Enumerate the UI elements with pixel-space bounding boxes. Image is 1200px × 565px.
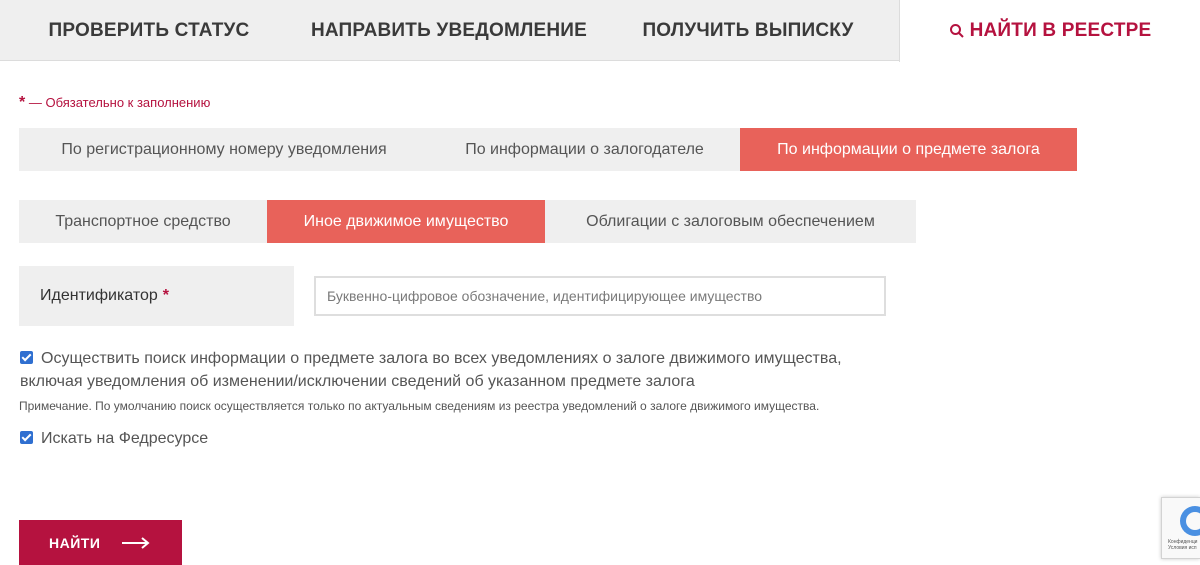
top-navigation: ПРОВЕРИТЬ СТАТУС НАПРАВИТЬ УВЕДОМЛЕНИЕ П… [0, 0, 1200, 62]
search-by-reg-number[interactable]: По регистрационному номеру уведомления [19, 128, 429, 171]
find-button-label: НАЙТИ [49, 534, 101, 551]
tab-get-extract[interactable]: ПОЛУЧИТЬ ВЫПИСКУ [630, 0, 866, 61]
identifier-input[interactable] [314, 276, 886, 316]
fedresurs-label: Искать на Федресурсе [41, 430, 209, 447]
search-all-label-line2: включая уведомления об изменении/исключе… [20, 373, 695, 390]
required-fields-note: * — Обязательно к заполнению [19, 94, 210, 112]
identifier-label: Идентификатор * [19, 266, 294, 326]
recaptcha-badge[interactable]: Конфиденци Условия исп [1161, 497, 1200, 559]
tab-find-in-registry[interactable]: НАЙТИ В РЕЕСТРЕ [899, 0, 1200, 62]
property-type-bonds[interactable]: Облигации с залоговым обеспечением [545, 200, 916, 243]
tab-check-status[interactable]: ПРОВЕРИТЬ СТАТУС [34, 0, 264, 61]
find-button[interactable]: НАЙТИ [19, 520, 182, 565]
required-note-text: — Обязательно к заполнению [25, 95, 211, 110]
search-by-selector: По регистрационному номеру уведомления П… [19, 128, 1077, 171]
search-all-label-line1: Осуществить поиск информации о предмете … [41, 350, 842, 367]
search-all-label: Осуществить поиск информации о предмете … [20, 347, 842, 393]
property-type-selector: Транспортное средство Иное движимое имущ… [19, 200, 916, 243]
property-type-vehicle[interactable]: Транспортное средство [19, 200, 267, 243]
identifier-label-text: Идентификатор [40, 287, 158, 304]
arrow-right-icon [122, 536, 150, 549]
recaptcha-terms[interactable]: Условия исп [1168, 545, 1197, 551]
fedresurs-option[interactable]: Искать на Федресурсе [20, 427, 208, 450]
search-by-pledgor[interactable]: По информации о залогодателе [429, 128, 740, 171]
property-type-other-movable[interactable]: Иное движимое имущество [267, 200, 545, 243]
tab-find-in-registry-label: НАЙТИ В РЕЕСТРЕ [969, 20, 1152, 41]
recaptcha-text: Конфиденци Условия исп [1168, 539, 1197, 551]
fedresurs-checkbox[interactable] [20, 431, 33, 444]
search-by-pledge-subject[interactable]: По информации о предмете залога [740, 128, 1077, 171]
search-note: Примечание. По умолчанию поиск осуществл… [19, 399, 820, 413]
tab-send-notification[interactable]: НАПРАВИТЬ УВЕДОМЛЕНИЕ [298, 0, 600, 61]
search-all-checkbox[interactable] [20, 351, 33, 364]
identifier-required-mark: * [162, 287, 170, 304]
recaptcha-icon [1180, 506, 1200, 536]
search-all-notifications-option[interactable]: Осуществить поиск информации о предмете … [20, 347, 900, 393]
search-icon [949, 24, 964, 38]
